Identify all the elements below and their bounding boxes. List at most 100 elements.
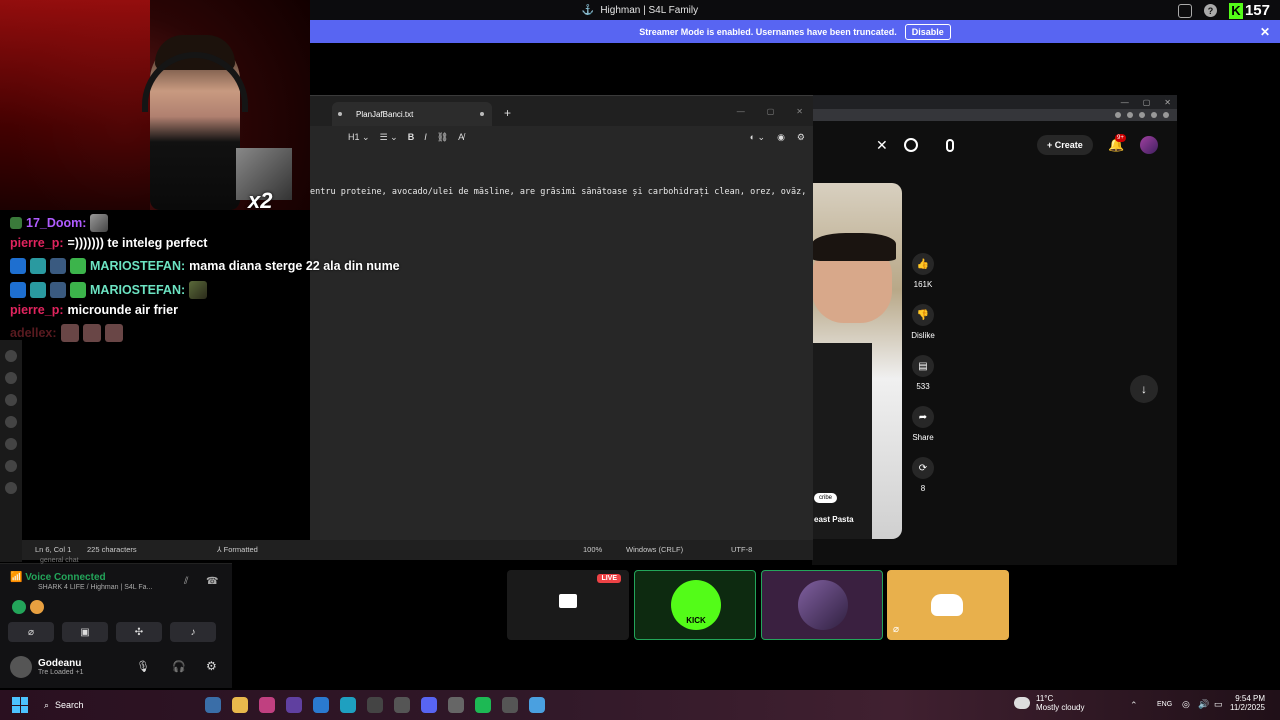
settings-icon[interactable]: ⚙ <box>206 659 217 673</box>
create-button[interactable]: + Create <box>1037 135 1093 155</box>
app-icon[interactable] <box>259 697 275 713</box>
gift-badge-icon <box>70 258 86 274</box>
short-video[interactable]: cribe east Pasta <box>812 183 902 539</box>
activity-icon[interactable] <box>12 600 26 614</box>
stream-tile-discord[interactable]: ⌀ <box>887 570 1009 640</box>
like-count: 161K <box>913 280 933 289</box>
headphones-icon[interactable]: 🎧 <box>172 660 186 673</box>
search-icon[interactable] <box>904 138 918 152</box>
minimize-icon[interactable]: — <box>1121 98 1129 107</box>
create-label: Create <box>1054 140 1083 150</box>
close-window-icon[interactable]: ✕ <box>796 107 803 116</box>
activities-button[interactable]: ✣ <box>116 622 162 642</box>
notification-badge: 9+ <box>1115 134 1126 142</box>
avatar[interactable] <box>1140 136 1158 154</box>
stream-tile-kick[interactable]: KICK <box>634 570 756 640</box>
document-text[interactable]: entru proteine, avocado/ulei de măsline,… <box>310 187 813 197</box>
settings-icon[interactable]: ⚙ <box>797 132 805 143</box>
short-title[interactable]: east Pasta <box>814 515 854 524</box>
chrome-icon[interactable] <box>367 697 383 713</box>
maximize-icon[interactable]: ▢ <box>767 107 775 116</box>
stream-tile-screen[interactable]: LIVE <box>507 570 629 640</box>
close-window-icon[interactable]: ✕ <box>1164 98 1171 107</box>
network-icon[interactable]: ◎ <box>1182 699 1190 710</box>
task-view-icon[interactable] <box>205 697 221 713</box>
extension-icon[interactable] <box>1139 112 1145 118</box>
share-label: Share <box>912 433 934 442</box>
voice-server[interactable]: SHARK 4 LIFE / Highman | S4L Fa... <box>38 584 152 591</box>
app-icon[interactable] <box>286 697 302 713</box>
streamer-mode-banner: Streamer Mode is enabled. Usernames have… <box>310 20 1280 43</box>
obs-icon[interactable] <box>448 697 464 713</box>
clear-search-icon[interactable]: ✕ <box>876 137 888 154</box>
notepad-icon[interactable] <box>529 697 545 713</box>
minimize-icon[interactable]: — <box>737 107 745 116</box>
tray-chevron-icon[interactable]: ⌃ <box>1130 700 1138 711</box>
format-label: Formatted <box>223 545 258 554</box>
disconnect-icon[interactable]: ☎ <box>206 576 218 587</box>
outlook-icon[interactable] <box>313 697 329 713</box>
battery-icon[interactable]: ▭ <box>1214 699 1223 710</box>
heading-dropdown[interactable]: H1 ⌄ <box>348 132 370 143</box>
format-mode[interactable]: ⅄ Formatted <box>217 545 258 554</box>
screen-share-button[interactable]: ▣ <box>62 622 108 642</box>
line-ending[interactable]: Windows (CRLF) <box>626 545 683 554</box>
close-icon[interactable]: ✕ <box>1260 25 1270 39</box>
comments-button[interactable]: ▤ 533 <box>912 355 934 391</box>
new-tab-button[interactable]: + <box>504 106 511 120</box>
next-short-button[interactable]: ↓ <box>1130 375 1158 403</box>
remix-button[interactable]: ⟳ 8 <box>912 457 934 493</box>
edge-icon[interactable] <box>340 697 356 713</box>
zoom-level[interactable]: 100% <box>583 545 602 554</box>
file-explorer-icon[interactable] <box>232 697 248 713</box>
activity-icon[interactable] <box>30 600 44 614</box>
spotify-icon[interactable] <box>475 697 491 713</box>
tab-planjafbanci[interactable]: PlanJafBanci.txt <box>332 102 492 126</box>
chat-message: MARIOSTEFAN: <box>10 281 208 299</box>
stream-tile-user[interactable] <box>761 570 883 640</box>
discord-icon[interactable] <box>421 697 437 713</box>
badge-icon <box>10 217 22 229</box>
start-button[interactable] <box>12 697 28 713</box>
list-icon[interactable]: ☰ ⌄ <box>380 132 398 143</box>
window-title: ⚓ Highman | S4L Family <box>582 5 698 16</box>
mic-icon[interactable] <box>946 138 954 152</box>
copilot-icon[interactable]: ◐ ⌄ <box>750 132 765 143</box>
username[interactable]: Godeanu <box>38 658 83 669</box>
camera-off-button[interactable]: ⌀ <box>8 622 54 642</box>
clock[interactable]: 9:54 PM 11/2/2025 <box>1230 694 1265 712</box>
link-icon[interactable]: ⛓ <box>437 132 448 143</box>
extension-icon[interactable] <box>1127 112 1133 118</box>
subscribe-button[interactable]: cribe <box>814 493 838 503</box>
voice-status-text: Voice Connected <box>25 572 106 583</box>
menu-icon[interactable] <box>1163 112 1169 118</box>
bold-button[interactable]: B <box>408 132 415 142</box>
extension-icon[interactable] <box>1115 112 1121 118</box>
inbox-icon[interactable] <box>1177 3 1192 18</box>
close-tab-icon[interactable] <box>480 112 484 116</box>
volume-icon[interactable]: 🔊 <box>1198 699 1209 710</box>
account-icon[interactable]: ◉ <box>777 132 785 143</box>
italic-button[interactable]: I <box>424 132 427 142</box>
weather-widget[interactable]: 11°C Mostly cloudy <box>1014 694 1084 712</box>
browser-window-controls: — ▢ ✕ <box>812 95 1177 109</box>
noise-suppression-icon[interactable]: ⫽ <box>184 576 188 587</box>
kick-viewer-count: K 157 <box>1228 2 1270 19</box>
terminal-icon[interactable] <box>502 697 518 713</box>
taskbar-search[interactable]: ⌕ Search <box>44 700 84 711</box>
language-indicator[interactable]: ENG <box>1157 701 1172 708</box>
comment-icon: ▤ <box>912 355 934 377</box>
clear-format-icon[interactable]: A̸ <box>458 132 464 142</box>
help-icon[interactable]: ? <box>1203 4 1217 17</box>
disable-streamer-mode-button[interactable]: Disable <box>904 23 951 40</box>
app-icon[interactable] <box>394 697 410 713</box>
soundboard-button[interactable]: ♪ <box>170 622 216 642</box>
encoding[interactable]: UTF-8 <box>731 545 752 554</box>
like-button[interactable]: 👍 161K <box>912 253 934 289</box>
mic-icon[interactable]: 🎙 <box>136 660 150 673</box>
avatar[interactable] <box>10 656 32 678</box>
share-button[interactable]: ➦ Share <box>912 406 934 442</box>
dislike-button[interactable]: 👎 Dislike <box>911 304 935 340</box>
extension-icon[interactable] <box>1151 112 1157 118</box>
maximize-icon[interactable]: ▢ <box>1143 98 1151 107</box>
